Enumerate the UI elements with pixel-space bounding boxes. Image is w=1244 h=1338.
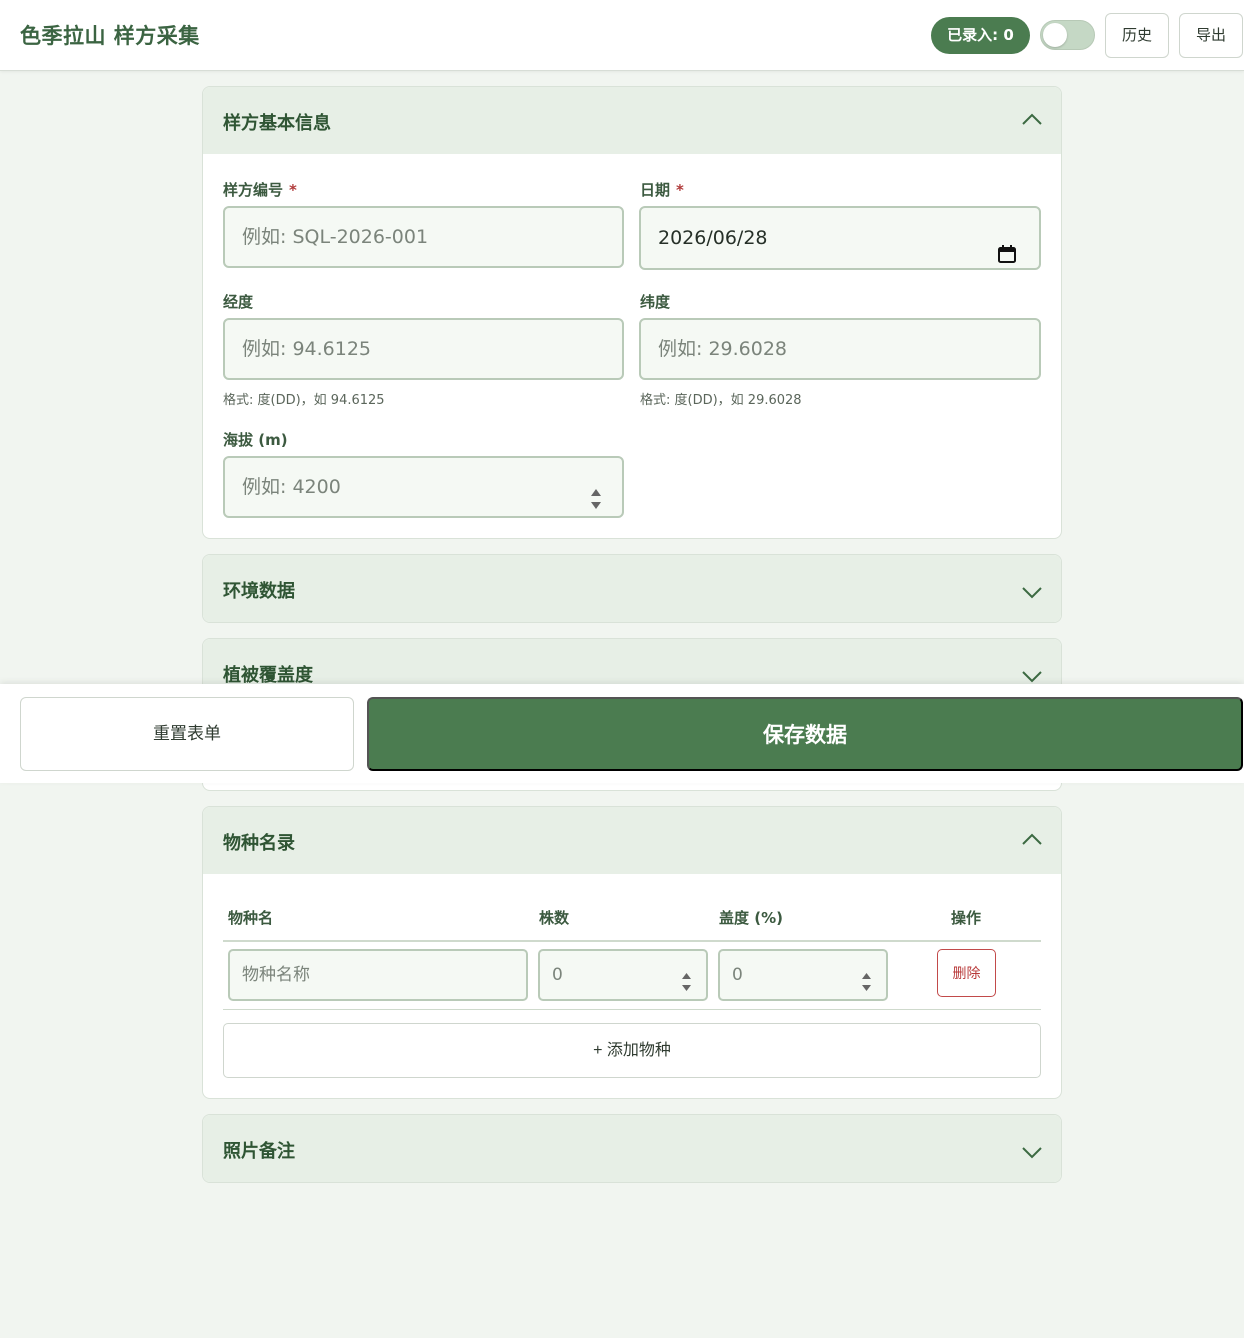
basic-info-card: 样方基本信息 样方编号 * 例如: SQL-2026-001 日期 * 2026/0…: [202, 86, 1062, 539]
chevron-up-icon[interactable]: [1021, 109, 1043, 131]
basic-info-title: 样方基本信息: [223, 113, 331, 134]
longitude-label: 经度: [223, 293, 254, 311]
export-button[interactable]: 导出: [1179, 13, 1243, 58]
table-divider: [223, 1009, 1041, 1010]
environment-title: 环境数据: [223, 581, 295, 602]
column-header: 盖度 (%): [719, 909, 783, 927]
plot-id-label: 样方编号 *: [223, 181, 297, 199]
column-header: 株数: [539, 909, 570, 927]
table-divider: [223, 940, 1041, 942]
column-header: 操作: [951, 909, 982, 927]
toggle-knob: [1043, 23, 1067, 47]
stepper-icon[interactable]: [681, 964, 692, 991]
latitude-label: 纬度: [640, 293, 671, 311]
history-button[interactable]: 历史: [1105, 13, 1169, 58]
longitude-hint: 格式: 度(DD)，如 94.6125: [223, 393, 385, 408]
longitude-input[interactable]: 例如: 94.6125: [223, 318, 624, 380]
chevron-up-icon[interactable]: [1021, 829, 1043, 851]
date-input[interactable]: 2026/06/28: [639, 206, 1041, 270]
species-name-input[interactable]: 物种名称: [228, 949, 528, 1001]
chevron-down-icon[interactable]: [1021, 581, 1043, 603]
plot-id-input[interactable]: 例如: SQL-2026-001: [223, 206, 624, 268]
environment-header[interactable]: 环境数据: [203, 555, 1061, 622]
photos-card: 照片备注: [202, 1114, 1062, 1183]
altitude-input[interactable]: 例如: 4200: [223, 456, 624, 518]
stepper-icon[interactable]: [861, 964, 872, 991]
chevron-down-icon[interactable]: [1021, 1141, 1043, 1163]
date-label: 日期 *: [640, 181, 684, 199]
photos-title: 照片备注: [223, 1141, 295, 1162]
species-title: 物种名录: [223, 833, 295, 854]
top-bar: 色季拉山 样方采集 已录入: 0 历史 导出: [0, 0, 1244, 71]
species-table: 物种名 株数 盖度 (%) 操作 物种名称 0 0 删除 + 添加物种: [203, 874, 1061, 1098]
calendar-icon[interactable]: [997, 228, 1017, 263]
reset-form-button[interactable]: 重置表单: [20, 697, 354, 771]
latitude-input[interactable]: 例如: 29.6028: [639, 318, 1041, 380]
action-bar: 重置表单 保存数据: [0, 684, 1244, 783]
photos-header[interactable]: 照片备注: [203, 1115, 1061, 1182]
mode-toggle[interactable]: [1040, 20, 1095, 50]
save-data-button[interactable]: 保存数据: [367, 697, 1243, 771]
basic-info-header[interactable]: 样方基本信息: [203, 87, 1061, 154]
species-header[interactable]: 物种名录: [203, 807, 1061, 874]
altitude-label: 海拔 (m): [223, 431, 288, 449]
latitude-hint: 格式: 度(DD)，如 29.6028: [640, 393, 802, 408]
species-count-input[interactable]: 0: [538, 949, 708, 1001]
record-count-badge: 已录入: 0: [931, 17, 1030, 54]
add-species-button[interactable]: + 添加物种: [223, 1023, 1041, 1078]
delete-species-button[interactable]: 删除: [937, 949, 996, 997]
column-header: 物种名: [228, 909, 274, 927]
environment-card: 环境数据: [202, 554, 1062, 623]
app-title: 色季拉山 样方采集: [20, 24, 200, 48]
species-card: 物种名录 物种名 株数 盖度 (%) 操作 物种名称 0 0 删除 + 添加物种: [202, 806, 1062, 1099]
species-cover-input[interactable]: 0: [718, 949, 888, 1001]
stepper-icon[interactable]: [590, 476, 602, 509]
